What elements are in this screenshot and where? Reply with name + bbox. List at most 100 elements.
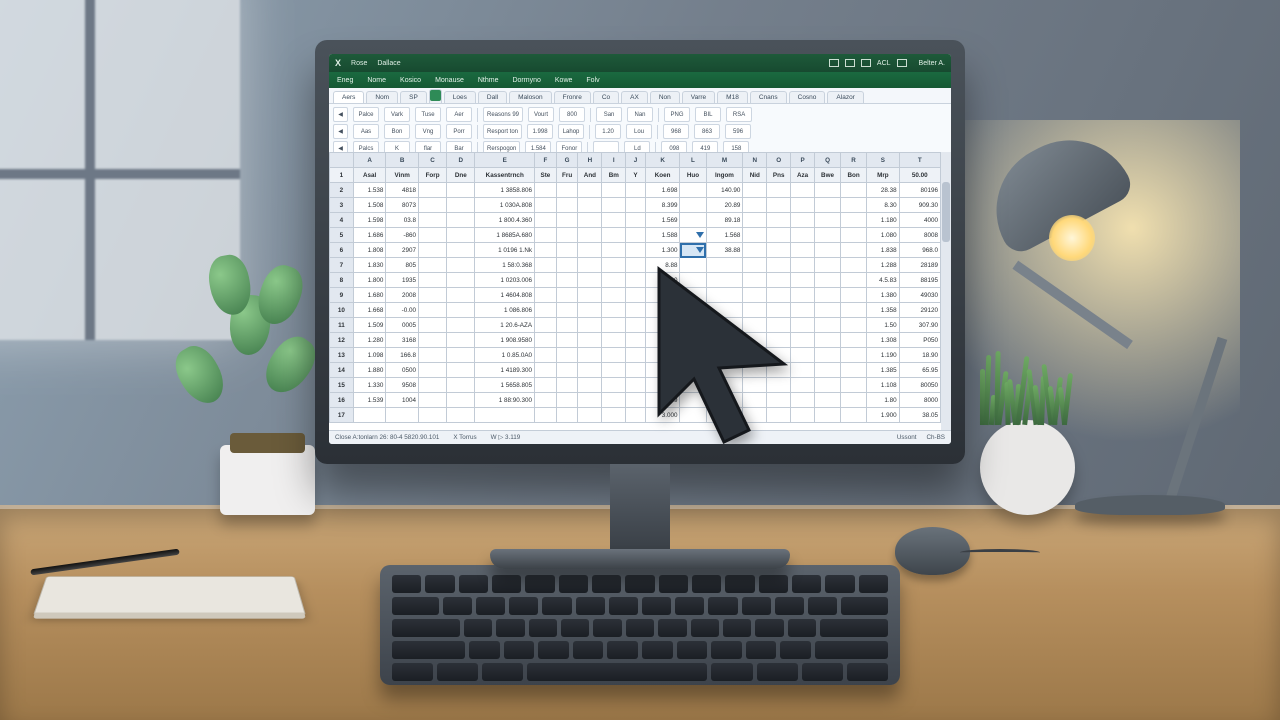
cell[interactable]: 1 0196 1.Nk: [475, 243, 535, 258]
ribbon-tab-nom[interactable]: Nom: [366, 91, 398, 103]
cell[interactable]: [602, 318, 626, 333]
cell[interactable]: [680, 288, 706, 303]
cell[interactable]: [556, 228, 578, 243]
cell[interactable]: [791, 228, 815, 243]
cell[interactable]: 1004: [386, 393, 419, 408]
field-header-cell[interactable]: Y: [626, 168, 646, 183]
cell[interactable]: [447, 243, 475, 258]
cell[interactable]: [706, 303, 743, 318]
cell[interactable]: [447, 408, 475, 423]
cell[interactable]: 1.108: [867, 378, 900, 393]
cell[interactable]: 1 58:0.368: [475, 258, 535, 273]
cell[interactable]: 2008: [386, 288, 419, 303]
cell[interactable]: [791, 288, 815, 303]
cell[interactable]: 1.800: [353, 273, 386, 288]
column-header-N[interactable]: N: [743, 153, 767, 168]
ribbon-button[interactable]: RSA: [726, 107, 752, 122]
ribbon-button[interactable]: PNG: [664, 107, 690, 122]
cell[interactable]: 1 8685A.680: [475, 228, 535, 243]
cell[interactable]: [556, 363, 578, 378]
cell[interactable]: [767, 408, 791, 423]
cell[interactable]: [556, 258, 578, 273]
ribbon-button[interactable]: BIL: [695, 107, 721, 122]
ribbon-button[interactable]: 1.998: [527, 124, 553, 139]
cell[interactable]: [680, 333, 706, 348]
cell[interactable]: 49030: [899, 288, 940, 303]
cell[interactable]: 1.569: [645, 213, 680, 228]
column-header-E[interactable]: E: [475, 153, 535, 168]
column-header-Q[interactable]: Q: [815, 153, 841, 168]
cell[interactable]: [578, 348, 602, 363]
cell[interactable]: [602, 363, 626, 378]
cell[interactable]: [680, 183, 706, 198]
cell[interactable]: 1 0.85.0A0: [475, 348, 535, 363]
field-header-cell[interactable]: Asal: [353, 168, 386, 183]
cell[interactable]: [602, 348, 626, 363]
cell[interactable]: [626, 303, 646, 318]
cell[interactable]: [815, 288, 841, 303]
ribbon-tab-cosno[interactable]: Cosno: [789, 91, 826, 103]
cell[interactable]: [447, 333, 475, 348]
cell[interactable]: [767, 288, 791, 303]
cell[interactable]: [791, 348, 815, 363]
field-header-cell[interactable]: Aza: [791, 168, 815, 183]
cell[interactable]: [706, 348, 743, 363]
column-header-R[interactable]: R: [841, 153, 867, 168]
cell[interactable]: -860: [386, 228, 419, 243]
column-header-C[interactable]: C: [418, 153, 446, 168]
cell[interactable]: [447, 213, 475, 228]
cell[interactable]: [815, 378, 841, 393]
cell[interactable]: [418, 378, 446, 393]
ribbon-button[interactable]: Resport ton: [483, 124, 522, 139]
cell[interactable]: [743, 273, 767, 288]
cell[interactable]: 80050: [899, 378, 940, 393]
cell[interactable]: [447, 258, 475, 273]
cell[interactable]: 1.686: [353, 228, 386, 243]
field-header-cell[interactable]: And: [578, 168, 602, 183]
cell[interactable]: [815, 363, 841, 378]
cell[interactable]: [626, 228, 646, 243]
cell[interactable]: [841, 348, 867, 363]
cell[interactable]: [767, 183, 791, 198]
cell[interactable]: [418, 243, 446, 258]
cell[interactable]: [815, 348, 841, 363]
ribbon-button[interactable]: Lahop: [558, 124, 584, 139]
cell[interactable]: [535, 348, 557, 363]
cell[interactable]: [418, 318, 446, 333]
cell[interactable]: [418, 288, 446, 303]
cell[interactable]: 8.88: [645, 258, 680, 273]
cell[interactable]: 1.098: [353, 348, 386, 363]
cell[interactable]: 1.680: [353, 288, 386, 303]
cell[interactable]: [556, 198, 578, 213]
cell[interactable]: 968.0: [899, 243, 940, 258]
column-header-K[interactable]: K: [645, 153, 680, 168]
cell[interactable]: [706, 318, 743, 333]
ribbon-tab-varre[interactable]: Varre: [682, 91, 715, 103]
cell[interactable]: [386, 408, 419, 423]
cell[interactable]: 1.385: [867, 363, 900, 378]
cell[interactable]: [535, 258, 557, 273]
cell[interactable]: [418, 363, 446, 378]
cell[interactable]: [767, 393, 791, 408]
cell[interactable]: [767, 273, 791, 288]
cell[interactable]: 18.90: [899, 348, 940, 363]
cell[interactable]: 1.808: [353, 243, 386, 258]
cell[interactable]: [767, 333, 791, 348]
cell[interactable]: [626, 363, 646, 378]
cell[interactable]: 1.080: [867, 228, 900, 243]
row-header[interactable]: 13: [330, 348, 354, 363]
cell[interactable]: [791, 318, 815, 333]
cell[interactable]: [791, 378, 815, 393]
cell[interactable]: [815, 198, 841, 213]
ribbon-button[interactable]: 596: [725, 124, 751, 139]
cell[interactable]: [767, 258, 791, 273]
cell[interactable]: 8073: [386, 198, 419, 213]
cell[interactable]: [791, 363, 815, 378]
cell[interactable]: 38.88: [706, 243, 743, 258]
field-header-cell[interactable]: Vinm: [386, 168, 419, 183]
cell[interactable]: 8.399: [645, 198, 680, 213]
cell[interactable]: [535, 273, 557, 288]
cell[interactable]: 909.30: [899, 198, 940, 213]
menu-item-dormyno[interactable]: Dormyno: [512, 77, 540, 84]
account-label[interactable]: Belter A.: [919, 60, 945, 67]
